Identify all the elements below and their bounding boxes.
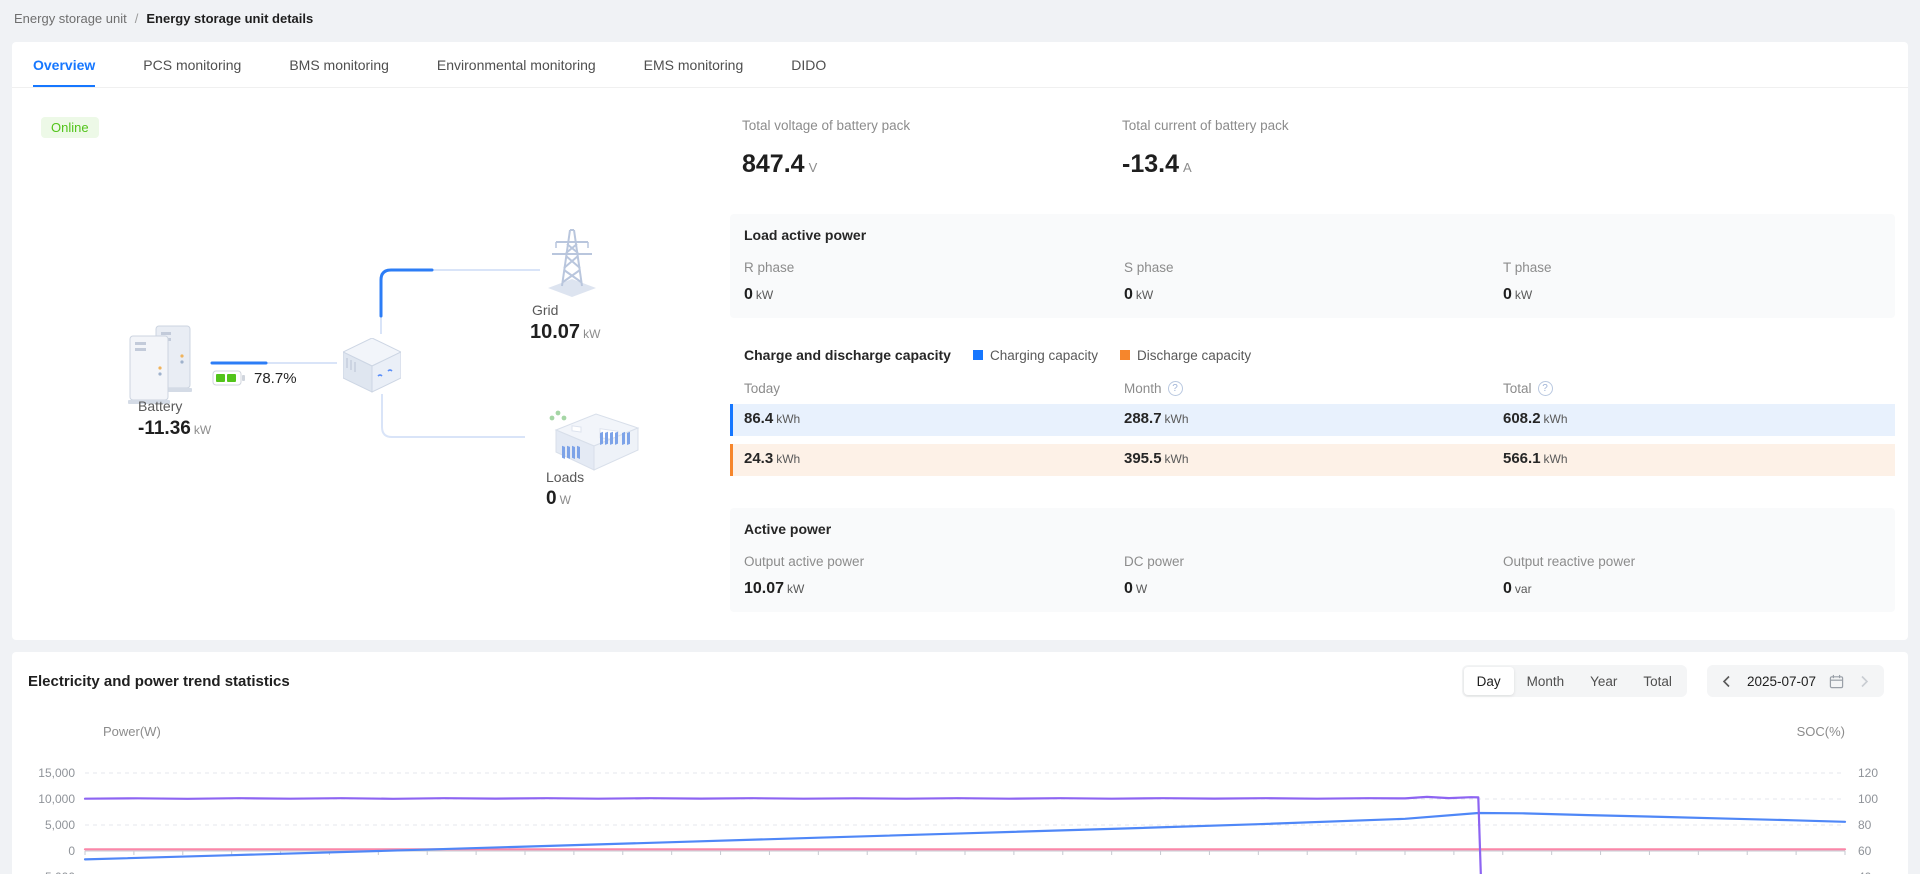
capacity-header: Charge and discharge capacity Charging c… [744, 347, 1251, 363]
breadcrumb-current: Energy storage unit details [146, 11, 313, 26]
active-power-title: Active power [744, 521, 831, 537]
grid-label: Grid [532, 302, 558, 318]
loads-label: Loads [546, 469, 584, 485]
legend-charging: Charging capacity [973, 348, 1098, 363]
tab-environmental-monitoring[interactable]: Environmental monitoring [437, 42, 596, 87]
trend-controls: Day Month Year Total 2025-07-07 [1462, 665, 1884, 697]
battery-soc-value: 78.7% [254, 370, 297, 387]
date-prev-button[interactable] [1719, 673, 1735, 689]
discharge-swatch-icon [1120, 350, 1130, 360]
battery-cabinet-icon [120, 322, 212, 408]
tab-dido[interactable]: DIDO [791, 42, 826, 87]
tab-ems-monitoring[interactable]: EMS monitoring [644, 42, 744, 87]
breadcrumb-separator: / [135, 11, 139, 26]
battery-power-value: -11.36kW [138, 418, 211, 440]
tab-pcs-monitoring[interactable]: PCS monitoring [143, 42, 241, 87]
t-phase-label: T phase [1503, 260, 1552, 275]
discharge-month-value: 395.5kWh [1124, 450, 1189, 467]
capacity-title: Charge and discharge capacity [744, 347, 951, 363]
power-axis-ticks: 15,00010,0005,0000-5,000 [12, 652, 75, 874]
dc-power-label: DC power [1124, 554, 1184, 569]
pcs-converter-icon [343, 338, 401, 394]
soc-axis-label: SOC(%) [1752, 724, 1845, 739]
date-next-button[interactable] [1856, 673, 1872, 689]
load-active-power-section: Load active power R phase 0kW S phase 0k… [730, 214, 1895, 318]
total-voltage-value: 847.4V [742, 150, 817, 179]
date-picker: 2025-07-07 [1707, 665, 1884, 697]
energy-flow-diagram: Online Battery -11 [12, 88, 742, 640]
grid-tower-icon [540, 222, 604, 298]
total-help-icon[interactable] [1538, 381, 1553, 396]
tab-overview[interactable]: Overview [33, 42, 95, 87]
discharge-total-value: 566.1kWh [1503, 450, 1568, 467]
total-current-value: -13.4A [1122, 150, 1192, 179]
discharge-today-value: 24.3kWh [744, 450, 800, 467]
load-active-power-title: Load active power [744, 227, 866, 243]
output-active-power-label: Output active power [744, 554, 864, 569]
battery-label: Battery [138, 398, 182, 414]
range-year-button[interactable]: Year [1577, 667, 1630, 695]
range-segmented-control: Day Month Year Total [1462, 665, 1687, 697]
charging-today-value: 86.4kWh [744, 410, 800, 427]
loads-building-icon [538, 406, 642, 472]
charging-total-value: 608.2kWh [1503, 410, 1568, 427]
date-value[interactable]: 2025-07-07 [1747, 674, 1816, 689]
loads-power-value: 0W [546, 488, 571, 510]
charging-swatch-icon [973, 350, 983, 360]
tab-bms-monitoring[interactable]: BMS monitoring [289, 42, 389, 87]
battery-soc-row: 78.7% [212, 369, 297, 387]
r-phase-label: R phase [744, 260, 794, 275]
s-phase-value: 0kW [1124, 286, 1153, 304]
power-axis-label: Power(W) [103, 724, 161, 739]
month-help-icon[interactable] [1168, 381, 1183, 396]
t-phase-value: 0kW [1503, 286, 1532, 304]
capacity-col-total: Total [1503, 381, 1553, 396]
r-phase-value: 0kW [744, 286, 773, 304]
tab-bar: Overview PCS monitoring BMS monitoring E… [12, 42, 1908, 88]
energy-storage-dashboard: { "breadcrumb": { "parent": "Energy stor… [0, 0, 1920, 874]
dc-power-value: 0W [1124, 580, 1147, 598]
range-month-button[interactable]: Month [1514, 667, 1578, 695]
legend-discharge: Discharge capacity [1120, 348, 1251, 363]
range-day-button[interactable]: Day [1464, 667, 1514, 695]
active-power-section: Active power Output active power 10.07kW… [730, 508, 1895, 612]
range-total-button[interactable]: Total [1630, 667, 1685, 695]
grid-power-value: 10.07kW [530, 321, 600, 344]
capacity-section: Charge and discharge capacity Charging c… [730, 343, 1895, 526]
capacity-col-today: Today [744, 381, 780, 396]
output-reactive-power-value: 0var [1503, 580, 1532, 598]
output-reactive-power-label: Output reactive power [1503, 554, 1635, 569]
discharge-capacity-row: 24.3kWh 395.5kWh 566.1kWh [730, 444, 1895, 476]
trend-card: Electricity and power trend statistics D… [12, 652, 1908, 874]
charging-capacity-row: 86.4kWh 288.7kWh 608.2kWh [730, 404, 1895, 436]
total-voltage-label: Total voltage of battery pack [742, 118, 910, 133]
calendar-icon[interactable] [1828, 673, 1844, 689]
s-phase-label: S phase [1124, 260, 1174, 275]
output-active-power-value: 10.07kW [744, 580, 804, 598]
overview-card: Overview PCS monitoring BMS monitoring E… [12, 42, 1908, 640]
charging-month-value: 288.7kWh [1124, 410, 1189, 427]
breadcrumb-parent-link[interactable]: Energy storage unit [14, 11, 127, 26]
battery-gauge-icon [212, 369, 246, 387]
capacity-col-month: Month [1124, 381, 1183, 396]
breadcrumb: Energy storage unit / Energy storage uni… [14, 11, 313, 26]
total-current-label: Total current of battery pack [1122, 118, 1289, 133]
